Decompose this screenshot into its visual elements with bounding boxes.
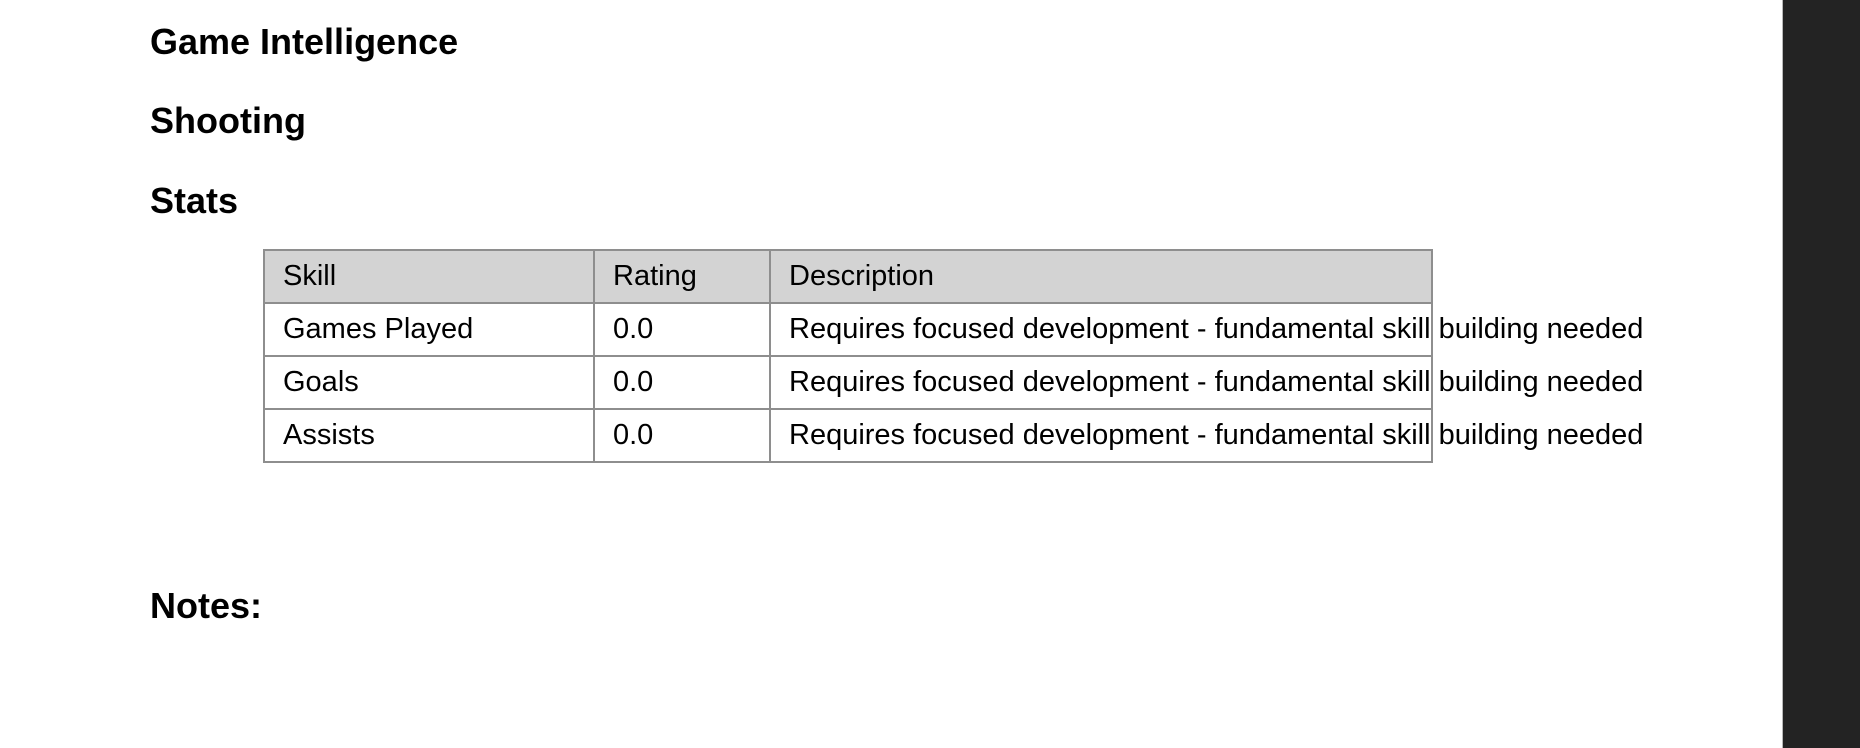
stats-table: Skill Rating Description Games Played 0.…	[263, 249, 1643, 463]
description-cell: Requires focused development - fundament…	[769, 302, 1643, 357]
skill-cell: Assists	[263, 408, 595, 463]
column-header-skill: Skill	[263, 249, 595, 304]
column-header-description: Description	[769, 249, 1433, 304]
heading-stats: Stats	[150, 180, 239, 221]
viewer-side-panel	[1782, 0, 1860, 748]
column-header-rating: Rating	[593, 249, 771, 304]
rating-cell: 0.0	[593, 355, 771, 410]
document-page: Game Intelligence Shooting Stats Skill R…	[0, 0, 1782, 748]
description-cell: Requires focused development - fundament…	[769, 355, 1643, 410]
rating-cell: 0.0	[593, 408, 771, 463]
skill-cell: Games Played	[263, 302, 595, 357]
table-header-row: Skill Rating Description	[263, 249, 1433, 304]
table-row: Assists 0.0 Requires focused development…	[263, 408, 1643, 463]
table-row: Goals 0.0 Requires focused development -…	[263, 355, 1643, 410]
rating-cell: 0.0	[593, 302, 771, 357]
table-row: Games Played 0.0 Requires focused develo…	[263, 302, 1643, 357]
description-cell: Requires focused development - fundament…	[769, 408, 1643, 463]
heading-game-intelligence: Game Intelligence	[150, 21, 459, 62]
heading-notes: Notes:	[150, 585, 263, 626]
heading-shooting: Shooting	[150, 100, 306, 141]
skill-cell: Goals	[263, 355, 595, 410]
